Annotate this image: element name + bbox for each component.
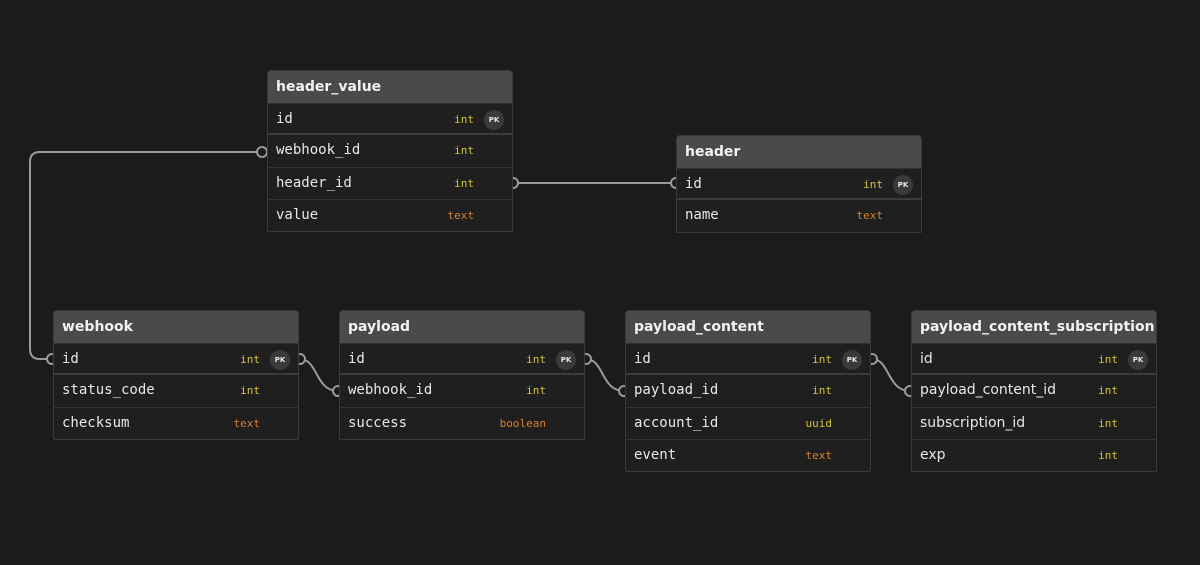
column-name: account_id [634,415,719,431]
column-name: name [685,207,719,223]
column-row-header_id[interactable]: header_id int [268,167,512,199]
column-type: int [812,353,832,366]
column-row-id[interactable]: id int PK [912,343,1156,375]
column-name: id [920,351,933,367]
column-type: int [240,353,260,366]
primary-key-badge: PK [1128,350,1148,370]
column-type: int [454,144,474,157]
primary-key-badge: PK [556,350,576,370]
column-type: text [447,209,475,222]
column-row-subscription_id[interactable]: subscription_id int [912,407,1156,439]
column-name: checksum [62,415,130,431]
column-name: subscription_id [920,415,1026,431]
primary-key-badge: PK [893,175,913,195]
column-name: event [634,447,677,463]
column-row-payload_id[interactable]: payload_id int [626,375,870,407]
column-name: exp [920,447,946,463]
edge-subscription-payload_content [871,358,911,392]
table-title[interactable]: header [677,136,921,168]
column-type: boolean [499,417,546,430]
table-webhook[interactable]: webhook id int PK status_code int checksum text [53,310,299,440]
column-type: int [863,178,883,191]
column-row-account_id[interactable]: account_id uuid [626,407,870,439]
column-name: webhook_id [276,142,361,158]
connector-header_value-webhook_id [256,146,268,158]
table-title[interactable]: payload_content [626,311,870,343]
column-type: int [240,384,260,397]
column-name: id [62,351,79,367]
column-type: int [454,177,474,190]
table-payload[interactable]: payload id int PK webhook_id int success boolea… [339,310,585,440]
column-row-name[interactable]: name text [677,200,921,232]
column-name: id [685,176,702,192]
column-type: int [812,384,832,397]
column-type: int [1098,449,1118,462]
column-type: int [526,353,546,366]
table-title[interactable]: header_value [268,71,512,103]
primary-key-badge: PK [270,350,290,370]
table-header_value[interactable]: header_value id int PK webhook_id int header_i… [267,70,513,232]
table-title[interactable]: webhook [54,311,298,343]
column-type: text [856,209,884,222]
column-row-id[interactable]: id int PK [268,103,512,135]
table-payload_content[interactable]: payload_contentid int PK payload_id int accou… [625,310,871,472]
column-name: payload_id [634,382,719,398]
table-header[interactable]: header id int PK name text [676,135,922,233]
column-row-checksum[interactable]: checksum text [54,407,298,439]
column-row-status_code[interactable]: status_code int [54,375,298,407]
table-title[interactable]: payload_content_subscription [912,311,1156,343]
column-name: webhook_id [348,382,433,398]
column-name: success [348,415,408,431]
column-name: id [348,351,365,367]
column-type: uuid [805,417,833,430]
column-type: text [805,449,833,462]
relationship-edges [29,146,916,397]
column-name: id [276,111,293,127]
table-title[interactable]: payload [340,311,584,343]
column-row-webhook_id[interactable]: webhook_id int [340,375,584,407]
column-row-value[interactable]: value text [268,199,512,231]
primary-key-badge: PK [484,110,504,130]
edge-payload_content-payload [585,358,625,392]
column-row-payload_content_id[interactable]: payload_content_id int [912,375,1156,407]
column-type: int [454,113,474,126]
column-row-id[interactable]: id int PK [626,343,870,375]
primary-key-badge: PK [842,350,862,370]
column-row-id[interactable]: id int PK [340,343,584,375]
column-type: int [1098,384,1118,397]
edge-payload-webhook [299,358,339,392]
column-type: int [526,384,546,397]
column-row-event[interactable]: event text [626,439,870,471]
column-row-exp[interactable]: exp int [912,439,1156,471]
column-row-id[interactable]: id int PK [54,343,298,375]
column-row-id[interactable]: id int PK [677,168,921,200]
column-name: id [634,351,651,367]
column-type: int [1098,417,1118,430]
column-name: status_code [62,382,155,398]
column-row-webhook_id[interactable]: webhook_id int [268,135,512,167]
column-type: int [1098,353,1118,366]
column-type: text [233,417,261,430]
column-name: header_id [276,175,352,191]
table-payload_content_subscription[interactable]: payload_content_subscriptionid int PK paylo… [911,310,1157,472]
column-name: payload_content_id [920,382,1057,398]
column-row-success[interactable]: success boolean [340,407,584,439]
column-name: value [276,207,319,223]
